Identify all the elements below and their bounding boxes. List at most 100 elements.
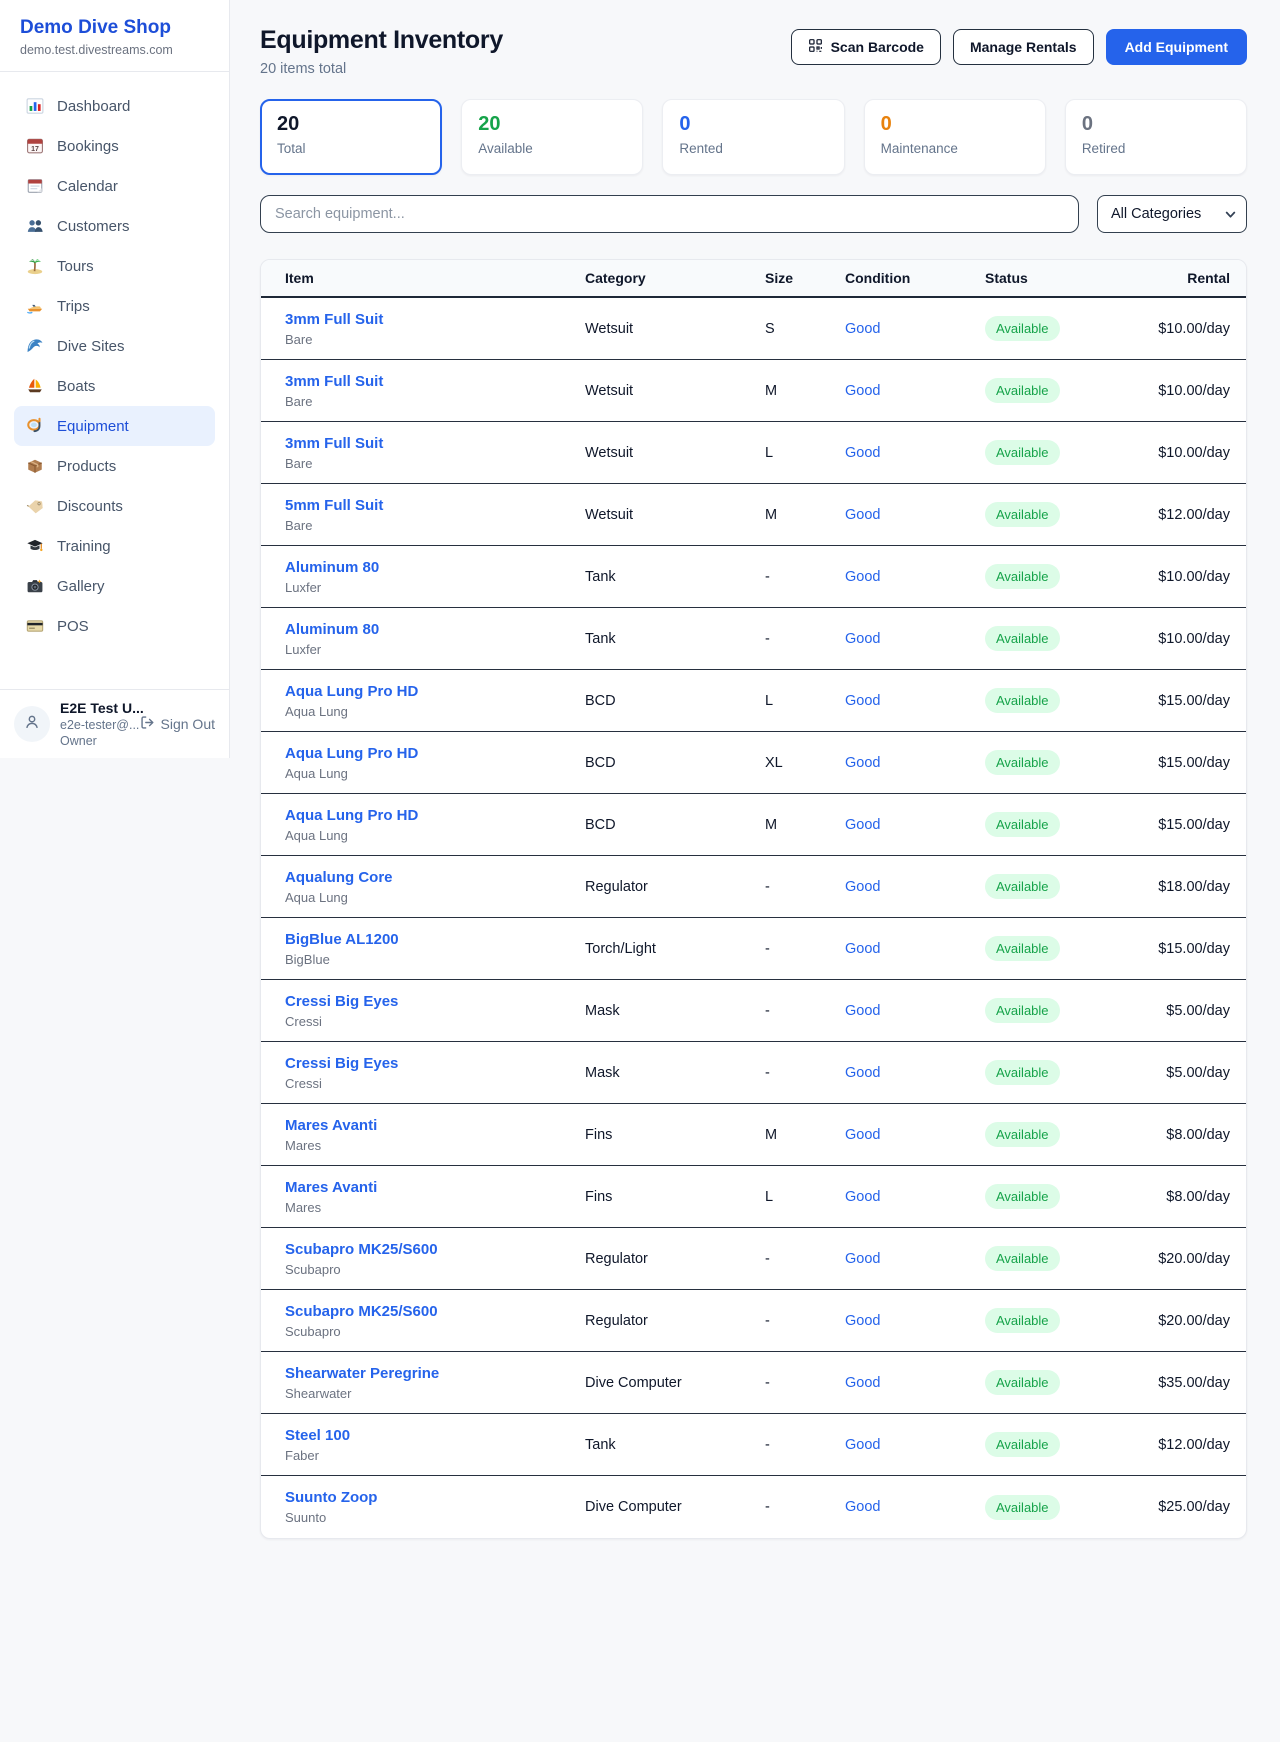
add-equipment-button[interactable]: Add Equipment: [1106, 29, 1247, 65]
stat-card-rented[interactable]: 0 Rented: [662, 99, 844, 175]
item-condition-link[interactable]: Good: [845, 1437, 985, 1453]
stat-card-retired[interactable]: 0 Retired: [1065, 99, 1247, 175]
item-brand: Bare: [285, 332, 585, 347]
sidebar-item-equipment[interactable]: Equipment: [14, 406, 215, 446]
item-name-link[interactable]: BigBlue AL1200: [285, 931, 585, 948]
item-name-link[interactable]: Mares Avanti: [285, 1117, 585, 1134]
item-condition-link[interactable]: Good: [845, 879, 985, 895]
item-brand: Aqua Lung: [285, 766, 585, 781]
stat-label: Rented: [679, 141, 827, 156]
item-name-link[interactable]: Aqua Lung Pro HD: [285, 745, 585, 762]
item-condition-link[interactable]: Good: [845, 1065, 985, 1081]
item-category: Regulator: [585, 879, 765, 895]
item-name-link[interactable]: Aluminum 80: [285, 559, 585, 576]
item-condition-link[interactable]: Good: [845, 1003, 985, 1019]
item-name-link[interactable]: Scubapro MK25/S600: [285, 1241, 585, 1258]
item-condition-link[interactable]: Good: [845, 1189, 985, 1205]
table-row: Cressi Big Eyes Cressi Mask - Good Avail…: [261, 980, 1246, 1042]
sidebar-item-discounts[interactable]: Discounts: [14, 486, 215, 526]
item-condition-link[interactable]: Good: [845, 693, 985, 709]
item-name-link[interactable]: 5mm Full Suit: [285, 497, 585, 514]
sidebar-item-label: POS: [57, 618, 89, 635]
item-condition-link[interactable]: Good: [845, 1499, 985, 1515]
item-condition-link[interactable]: Good: [845, 507, 985, 523]
stat-value: 20: [277, 113, 425, 136]
item-condition-link[interactable]: Good: [845, 1127, 985, 1143]
sidebar-item-training[interactable]: Training: [14, 526, 215, 566]
brand-name[interactable]: Demo Dive Shop: [20, 17, 209, 39]
table-body: 3mm Full Suit Bare Wetsuit S Good Availa…: [261, 298, 1246, 1538]
item-brand: Aqua Lung: [285, 704, 585, 719]
item-name-link[interactable]: Mares Avanti: [285, 1179, 585, 1196]
sidebar-item-label: Trips: [57, 298, 90, 315]
sidebar-item-boats[interactable]: Boats: [14, 366, 215, 406]
item-name-link[interactable]: Aqua Lung Pro HD: [285, 683, 585, 700]
sidebar-item-trips[interactable]: Trips: [14, 286, 215, 326]
manage-rentals-button[interactable]: Manage Rentals: [953, 29, 1094, 65]
item-name-link[interactable]: Aqualung Core: [285, 869, 585, 886]
sidebar-item-dive-sites[interactable]: Dive Sites: [14, 326, 215, 366]
item-condition-link[interactable]: Good: [845, 631, 985, 647]
stat-card-maintenance[interactable]: 0 Maintenance: [864, 99, 1046, 175]
item-brand: Scubapro: [285, 1262, 585, 1277]
table-row: BigBlue AL1200 BigBlue Torch/Light - Goo…: [261, 918, 1246, 980]
scan-barcode-button[interactable]: Scan Barcode: [791, 29, 941, 65]
status-badge: Available: [985, 626, 1060, 651]
item-condition-link[interactable]: Good: [845, 755, 985, 771]
item-condition-link[interactable]: Good: [845, 941, 985, 957]
item-condition-link[interactable]: Good: [845, 817, 985, 833]
item-name-link[interactable]: Aluminum 80: [285, 621, 585, 638]
item-condition-link[interactable]: Good: [845, 445, 985, 461]
item-condition-link[interactable]: Good: [845, 383, 985, 399]
sidebar-item-bookings[interactable]: 17 Bookings: [14, 126, 215, 166]
item-name-link[interactable]: Suunto Zoop: [285, 1489, 585, 1506]
stat-card-total[interactable]: 20 Total: [260, 99, 442, 175]
item-brand: BigBlue: [285, 952, 585, 967]
bookings-icon: 17: [26, 137, 44, 155]
item-condition-link[interactable]: Good: [845, 1375, 985, 1391]
training-icon: [26, 537, 44, 555]
item-name-link[interactable]: Scubapro MK25/S600: [285, 1303, 585, 1320]
item-name-link[interactable]: Cressi Big Eyes: [285, 993, 585, 1010]
status-badge: Available: [985, 440, 1060, 465]
item-size: -: [765, 1313, 845, 1329]
status-badge: Available: [985, 874, 1060, 899]
item-name-link[interactable]: 3mm Full Suit: [285, 373, 585, 390]
item-name-link[interactable]: Steel 100: [285, 1427, 585, 1444]
item-name-link[interactable]: Cressi Big Eyes: [285, 1055, 585, 1072]
page-title: Equipment Inventory: [260, 26, 503, 55]
sidebar-item-tours[interactable]: Tours: [14, 246, 215, 286]
item-name-link[interactable]: 3mm Full Suit: [285, 435, 585, 452]
item-brand: Scubapro: [285, 1324, 585, 1339]
sidebar-item-pos[interactable]: POS: [14, 606, 215, 646]
item-rental-rate: $15.00/day: [1135, 755, 1230, 771]
status-badge: Available: [985, 1060, 1060, 1085]
item-condition-link[interactable]: Good: [845, 1313, 985, 1329]
sign-out-button[interactable]: Sign Out: [140, 715, 215, 733]
status-badge: Available: [985, 1495, 1060, 1520]
item-category: Fins: [585, 1127, 765, 1143]
item-brand: Faber: [285, 1448, 585, 1463]
sidebar-item-calendar[interactable]: Calendar: [14, 166, 215, 206]
item-condition-link[interactable]: Good: [845, 569, 985, 585]
item-name-link[interactable]: Shearwater Peregrine: [285, 1365, 585, 1382]
item-name-link[interactable]: 3mm Full Suit: [285, 311, 585, 328]
item-condition-link[interactable]: Good: [845, 1251, 985, 1267]
category-filter[interactable]: All Categories: [1097, 195, 1247, 233]
sidebar-item-gallery[interactable]: Gallery: [14, 566, 215, 606]
item-name-link[interactable]: Aqua Lung Pro HD: [285, 807, 585, 824]
item-category: Tank: [585, 631, 765, 647]
item-category: BCD: [585, 817, 765, 833]
search-input[interactable]: [260, 195, 1079, 233]
item-category: Wetsuit: [585, 321, 765, 337]
sidebar-item-dashboard[interactable]: Dashboard: [14, 86, 215, 126]
sidebar-item-products[interactable]: Products: [14, 446, 215, 486]
item-condition-link[interactable]: Good: [845, 321, 985, 337]
status-badge: Available: [985, 750, 1060, 775]
sidebar-item-label: Gallery: [57, 578, 105, 595]
table-header-row: Item Category Size Condition Status Rent…: [261, 260, 1246, 298]
item-rental-rate: $18.00/day: [1135, 879, 1230, 895]
item-size: L: [765, 445, 845, 461]
sidebar-item-customers[interactable]: Customers: [14, 206, 215, 246]
stat-card-available[interactable]: 20 Available: [461, 99, 643, 175]
